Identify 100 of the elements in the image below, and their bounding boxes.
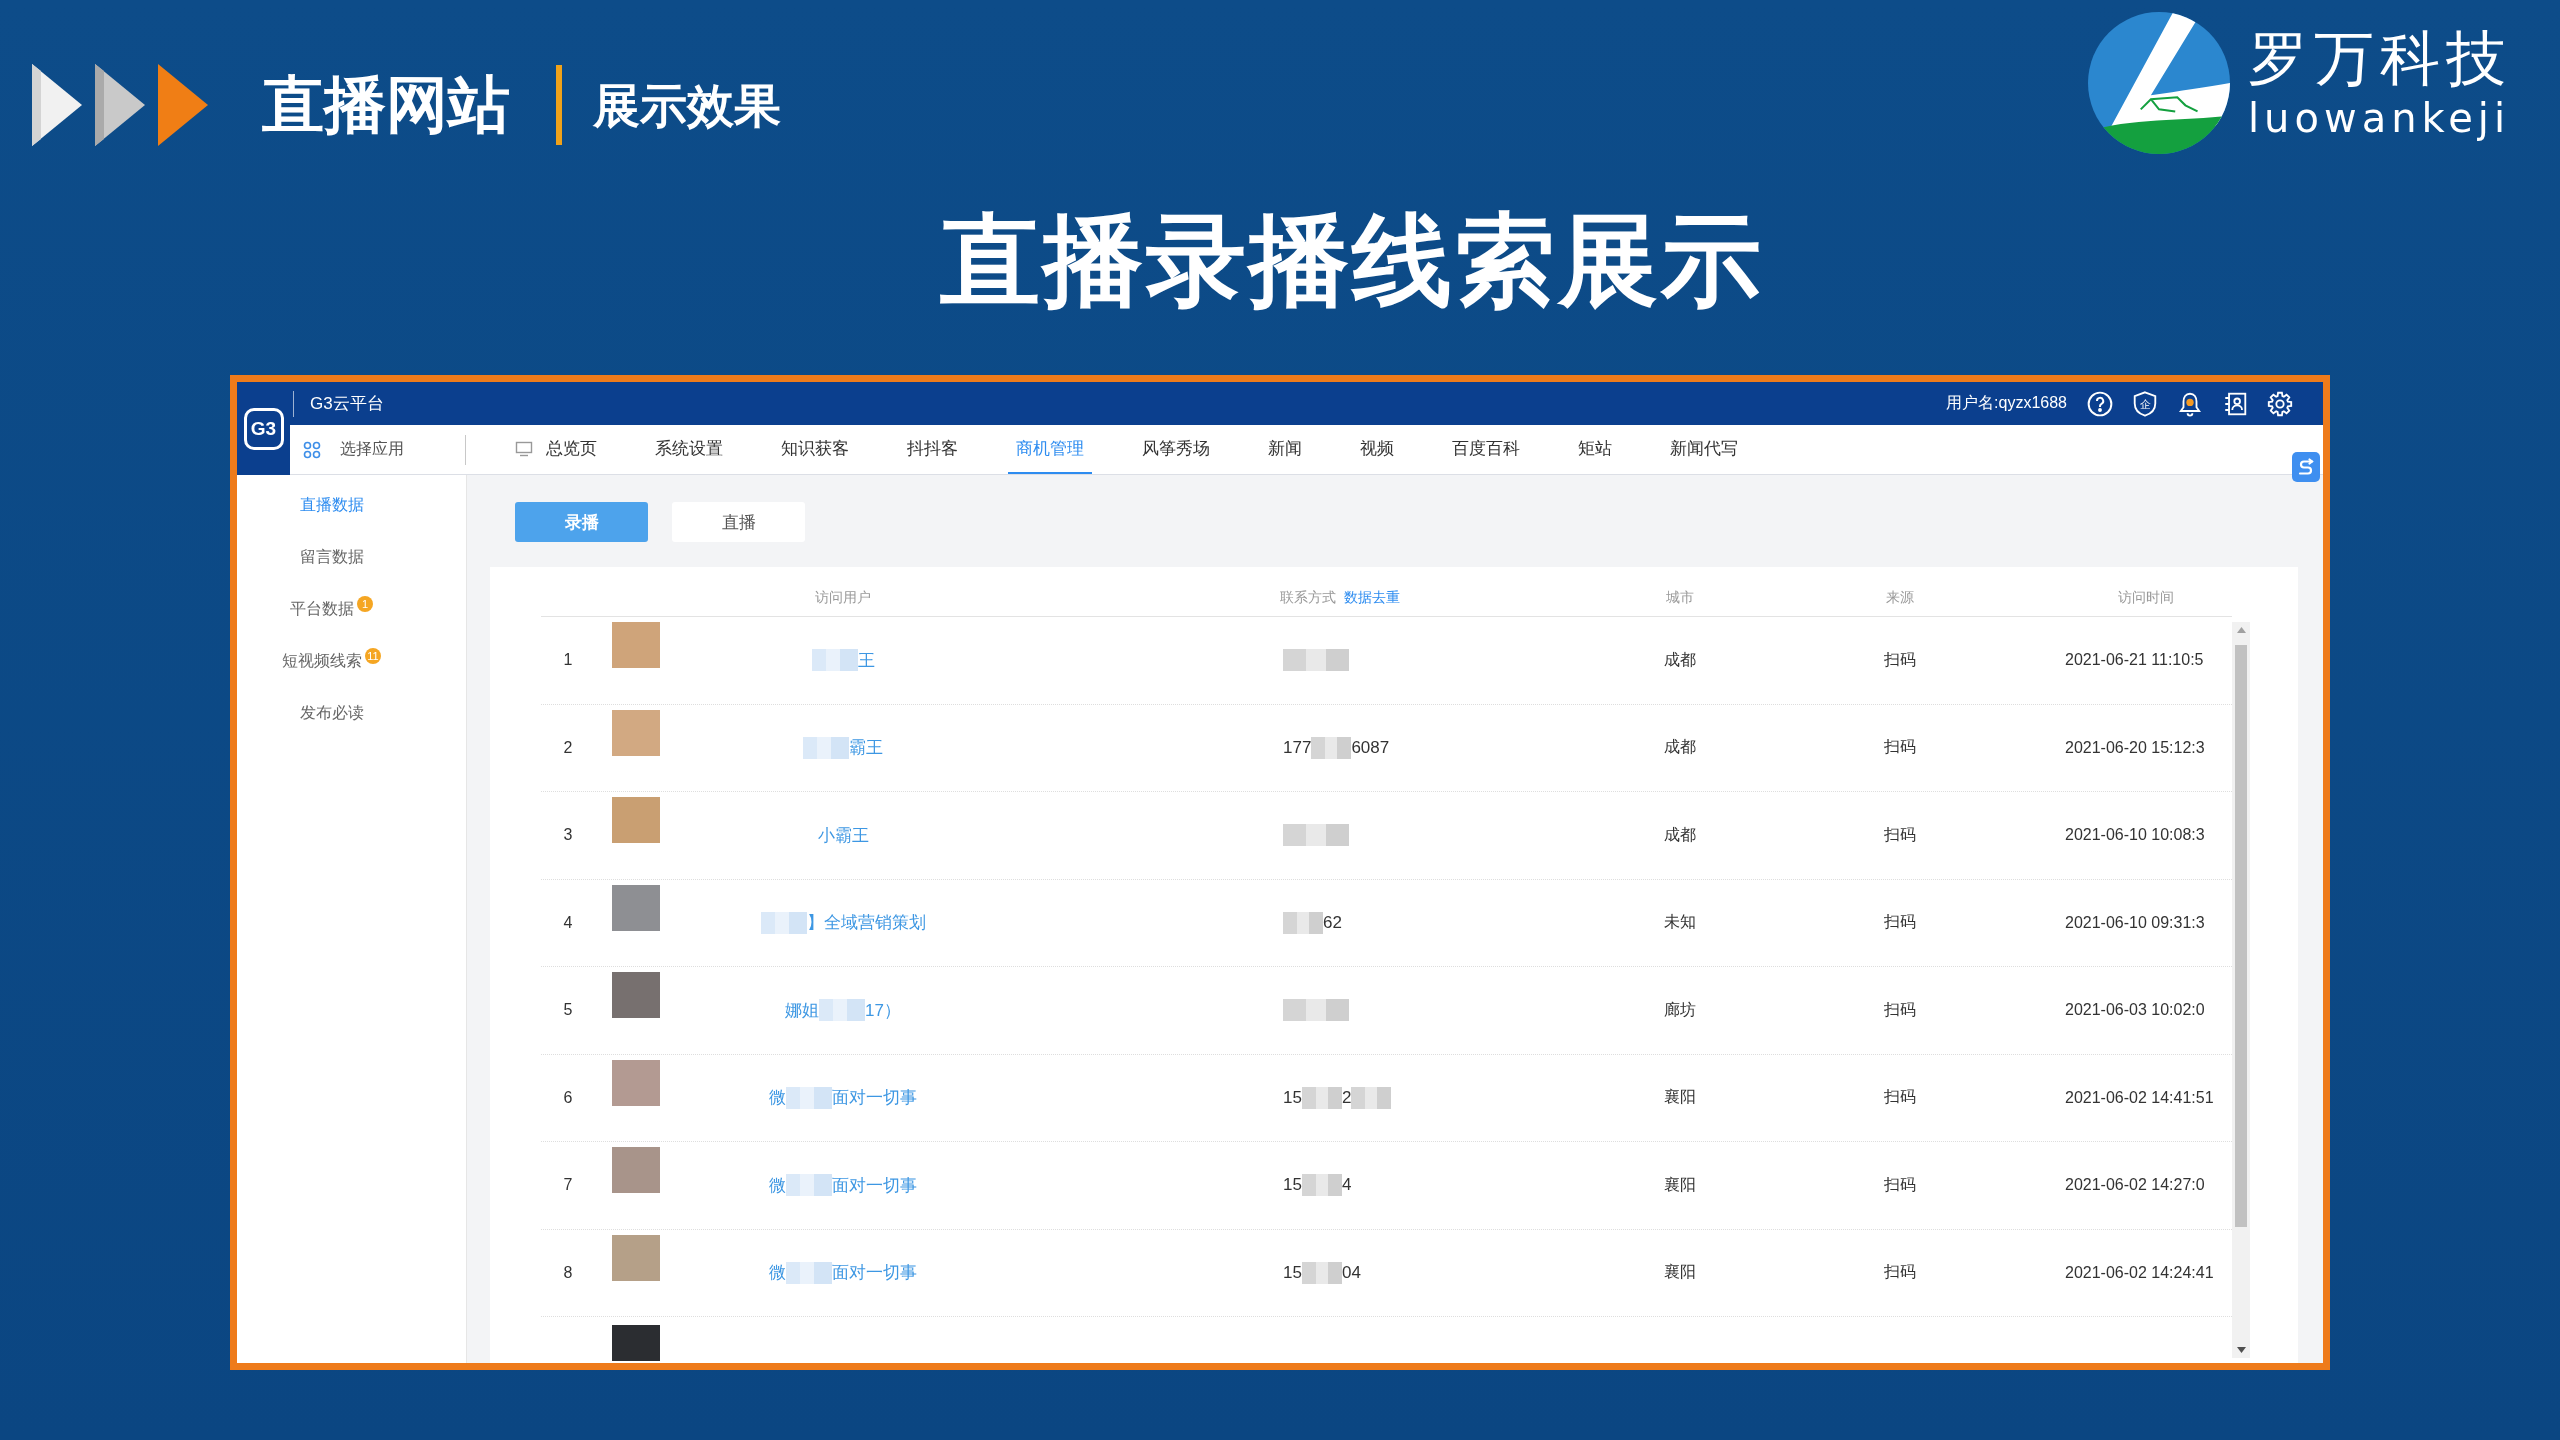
user-name-link[interactable]: 王 xyxy=(857,648,875,672)
phone-number: 15 xyxy=(1283,1175,1302,1196)
username-text: 用户名:qyzx1688 xyxy=(1946,393,2067,413)
column-header: 来源 xyxy=(1886,589,1914,607)
source-text: 扫码 xyxy=(1884,999,1916,1020)
brand-name: 罗万科技 xyxy=(2248,26,2512,90)
source-text: 扫码 xyxy=(1884,912,1916,933)
city-text: 成都 xyxy=(1664,649,1696,670)
scrollbar-track[interactable] xyxy=(2232,622,2250,1358)
user-name-link[interactable]: 面对一切事 xyxy=(832,1261,917,1285)
floating-side-button[interactable] xyxy=(2292,452,2320,482)
notification-badge: 1 xyxy=(357,596,373,612)
sidebar-item[interactable]: 短视频线索 11 xyxy=(237,635,426,687)
nav-tab[interactable]: 新闻代写 xyxy=(1662,425,1746,474)
redaction-block xyxy=(786,1174,832,1197)
city-text: 襄阳 xyxy=(1664,1087,1696,1108)
user-name-link[interactable]: 微 xyxy=(769,1261,786,1285)
source-text: 扫码 xyxy=(1884,1087,1916,1108)
user-name-link[interactable]: 微 xyxy=(769,1173,786,1197)
column-header: 联系方式 xyxy=(1280,589,1336,607)
visit-time-text: 2021-06-20 15:12:3 xyxy=(2065,738,2205,757)
redaction-block xyxy=(1283,911,1323,934)
shield-icon[interactable]: 企 xyxy=(2132,390,2158,417)
nav-tab[interactable]: 系统设置 xyxy=(647,425,731,474)
user-name-link[interactable]: 娜姐 xyxy=(785,998,820,1022)
nav-tab[interactable]: 抖抖客 xyxy=(899,425,966,474)
sidebar-item[interactable]: 发布必读 xyxy=(237,687,426,739)
user-name-link[interactable]: 面对一切事 xyxy=(832,1173,917,1197)
bell-icon[interactable] xyxy=(2177,390,2203,417)
sidebar-item[interactable]: 直播数据 xyxy=(237,479,426,531)
nav-tab[interactable]: 新闻 xyxy=(1260,425,1310,474)
phone-number: 04 xyxy=(1341,1262,1361,1283)
redaction-block xyxy=(786,1086,832,1109)
row-number: 1 xyxy=(563,651,573,670)
city-text: 廊坊 xyxy=(1664,999,1696,1020)
triangle-icon xyxy=(95,64,145,146)
nav-tab[interactable]: 百度百科 xyxy=(1444,425,1528,474)
nav-tab[interactable]: 视频 xyxy=(1352,425,1402,474)
avatar-photo xyxy=(612,1059,660,1106)
visit-time-text: 2021-06-03 10:02:0 xyxy=(2065,1001,2205,1020)
redaction-block xyxy=(1301,1086,1342,1109)
scrollbar-thumb[interactable] xyxy=(2235,645,2247,1227)
source-text: 扫码 xyxy=(1884,824,1916,845)
city-text: 未知 xyxy=(1664,912,1696,933)
source-text: 扫码 xyxy=(1884,737,1916,758)
user-name-link[interactable]: 17） xyxy=(865,998,901,1022)
contact-book-icon[interactable] xyxy=(2222,390,2248,417)
avatar-photo xyxy=(612,972,660,1018)
redaction-block xyxy=(1283,999,1349,1022)
avatar-photo xyxy=(612,797,660,843)
city-text: 成都 xyxy=(1664,737,1696,758)
help-icon[interactable] xyxy=(2087,390,2113,417)
nav-tab[interactable]: 风筝秀场 xyxy=(1134,425,1218,474)
settings-icon[interactable] xyxy=(2267,390,2293,417)
platform-logo[interactable]: G3 xyxy=(243,407,284,450)
redaction-block xyxy=(803,736,849,759)
redaction-block xyxy=(786,1261,832,1284)
row-number: 3 xyxy=(563,826,573,845)
phone-number: 6087 xyxy=(1351,737,1390,758)
scroll-down-icon[interactable] xyxy=(2236,1347,2246,1353)
segment-button[interactable]: 直播 xyxy=(672,502,805,542)
visit-time-text: 2021-06-02 14:27:0 xyxy=(2065,1176,2205,1195)
phone-number: 177 xyxy=(1283,737,1312,758)
triangle-icon xyxy=(158,64,208,146)
user-name-link[interactable]: 微 xyxy=(769,1086,786,1110)
app-grid-icon xyxy=(303,440,321,459)
app-selector[interactable]: 选择应用 xyxy=(290,425,465,474)
source-text: 扫码 xyxy=(1884,649,1916,670)
redaction-block xyxy=(1351,1086,1392,1109)
visit-time-text: 2021-06-21 11:10:5 xyxy=(2065,651,2204,670)
column-header: 城市 xyxy=(1666,589,1694,607)
row-number: 4 xyxy=(563,913,573,932)
phone-number: 62 xyxy=(1323,912,1342,933)
sidebar-item[interactable]: 平台数据 1 xyxy=(237,583,426,635)
redaction-block xyxy=(1311,736,1352,759)
user-name-link[interactable]: 小霸王 xyxy=(817,823,869,847)
avatar-photo xyxy=(612,709,660,756)
notification-badge: 11 xyxy=(365,648,381,664)
visit-time-text: 2021-06-02 14:41:51 xyxy=(2065,1088,2214,1107)
source-text: 扫码 xyxy=(1884,1174,1916,1195)
source-text: 扫码 xyxy=(1884,1262,1916,1283)
nav-tab[interactable]: 矩站 xyxy=(1570,425,1620,474)
user-name-link[interactable]: 】全域营销策划 xyxy=(806,911,926,935)
dedupe-link[interactable]: 数据去重 xyxy=(1344,589,1400,607)
triangle-icon xyxy=(32,64,82,146)
nav-tab[interactable]: 知识获客 xyxy=(773,425,857,474)
avatar-photo xyxy=(612,884,660,931)
user-name-link[interactable]: 霸王 xyxy=(849,736,883,760)
nav-tab[interactable]: 总览页 xyxy=(507,425,605,474)
platform-name: G3云平台 xyxy=(310,393,384,415)
phone-number: 4 xyxy=(1341,1175,1352,1196)
section-title: 直播网站 xyxy=(262,74,510,136)
section-subtitle: 展示效果 xyxy=(593,81,781,129)
page-title: 直播录播线索展示 xyxy=(940,202,1764,318)
redaction-block xyxy=(760,911,807,934)
s-curve-icon xyxy=(2296,457,2316,477)
redaction-block xyxy=(1283,649,1349,672)
user-name-link[interactable]: 面对一切事 xyxy=(832,1086,917,1110)
phone-number: 2 xyxy=(1341,1087,1352,1108)
sidebar-item[interactable]: 留言数据 xyxy=(237,531,426,583)
